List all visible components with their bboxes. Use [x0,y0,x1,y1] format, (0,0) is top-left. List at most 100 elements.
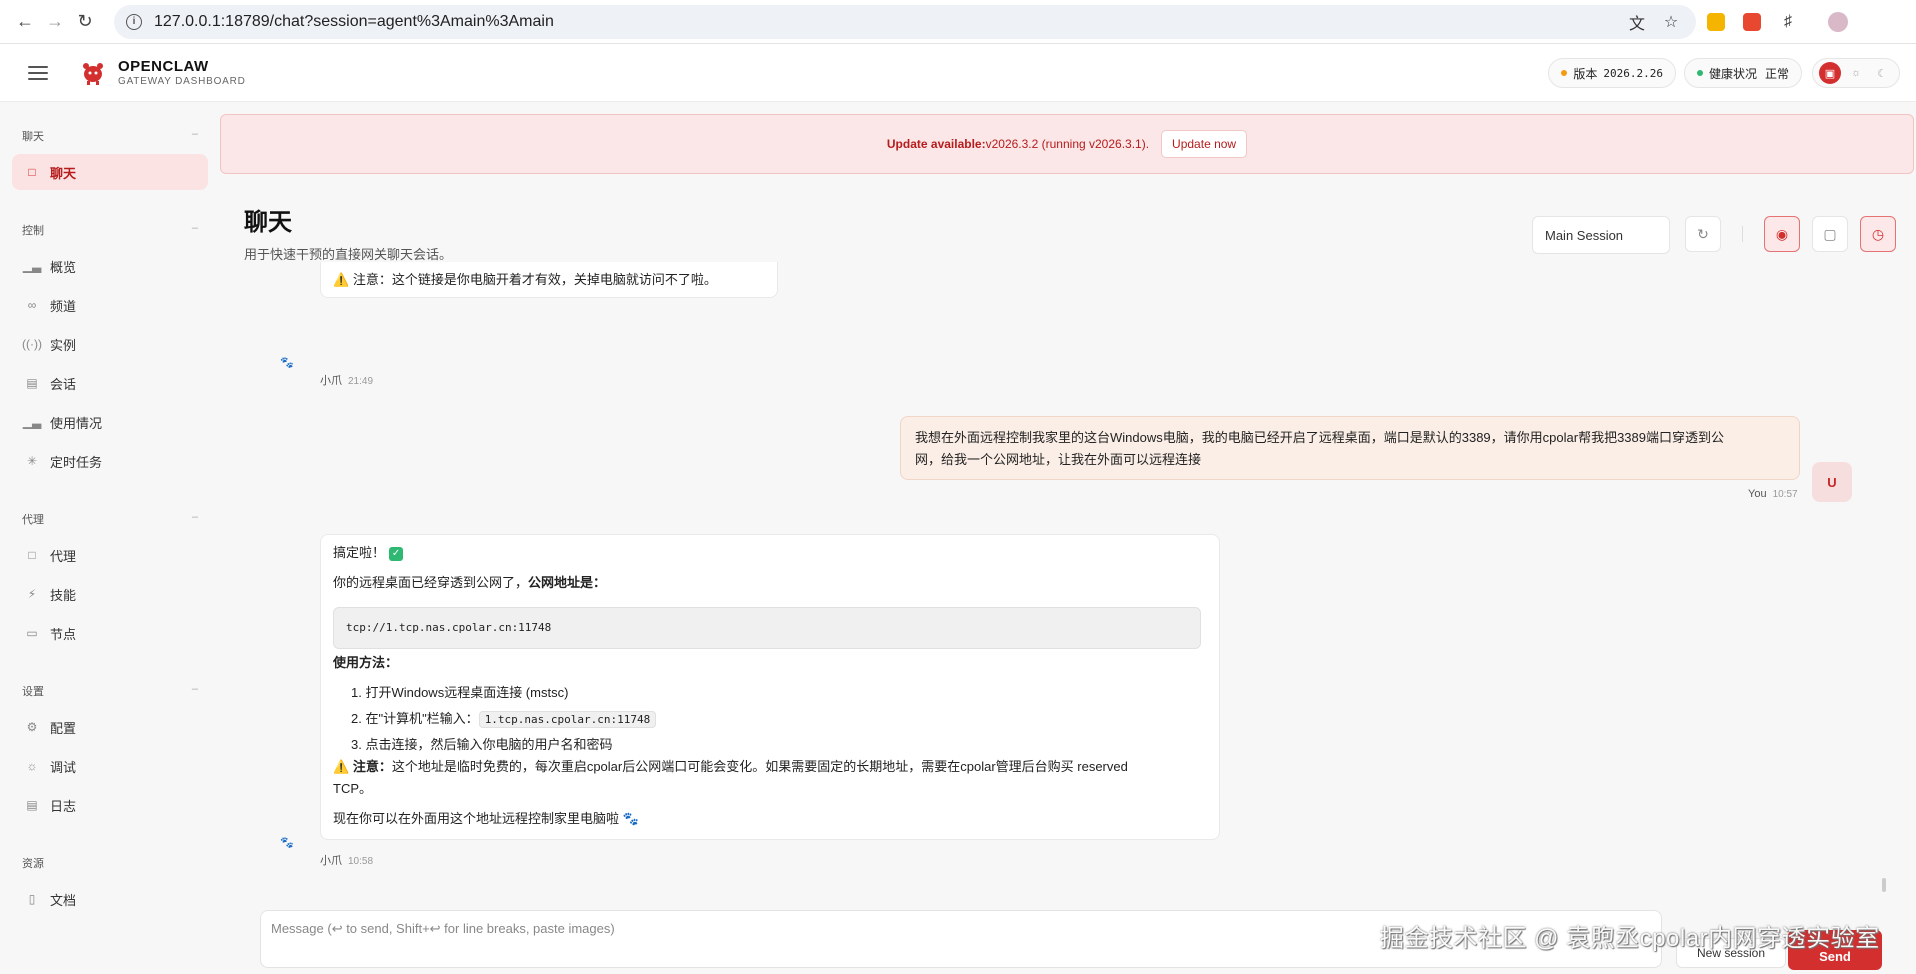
warning-icon: ⚠️ [333,759,350,774]
inline-code[interactable]: 1.tcp.nas.cpolar.cn:11748 [478,711,657,728]
url-text[interactable]: 127.0.0.1:18789/chat?session=agent%3Amai… [154,13,1616,31]
sidebar-item-config[interactable]: ⚙ 配置 [12,709,208,745]
extension-icon[interactable] [1736,6,1768,38]
bolt-icon: ⚡ [27,587,37,601]
step-3: 3. 点击连接，然后输入你电脑的用户名和密码 [351,737,613,752]
page-title: 聊天 [244,209,292,236]
monitor-icon: ▭ [26,626,38,640]
note-line-1: 这个地址是临时免费的，每次重启cpolar后公网端口可能会变化。如果需要固定的长… [391,759,1128,774]
sidebar-item-docs[interactable]: ▯ 文档 [12,881,208,917]
openclaw-logo-icon [83,62,103,85]
message-meta: 小爪 10:58 [320,855,374,867]
bar-chart-icon: ▁▃ [22,259,42,273]
user-message: 我想在外面远程控制我家里的这台Windows电脑，我的电脑已经开启了远程桌面，端… [900,416,1800,480]
folder-icon: □ [28,548,36,562]
sidebar-item-cron[interactable]: ✳ 定时任务 [12,443,208,479]
message-line-2: 网，给我一个公网地址，让我在外面可以远程连接 [915,452,1202,468]
message-text: 注意：这个链接是你电脑开着才有效，关掉电脑就访问不了啦。 [352,272,717,287]
monitor-theme-icon[interactable]: ▣ [1819,62,1841,84]
message-meta: You 10:57 [1748,488,1798,500]
sidebar-item-skills[interactable]: ⚡ 技能 [12,576,208,612]
forward-icon[interactable]: → [40,7,70,37]
sidebar-item-overview[interactable]: ▁▃ 概览 [12,248,208,284]
sidebar-group-control[interactable]: 控制 – [22,222,198,238]
chat-icon: □ [28,165,36,179]
message-line-1: 我想在外面远程控制我家里的这台Windows电脑，我的电脑已经开启了远程桌面，端… [915,430,1724,445]
history-button[interactable]: ◷ [1860,216,1896,252]
log-icon: ▤ [26,798,38,812]
update-now-button[interactable]: Update now [1161,130,1248,158]
health-badge: 健康状况 正常 [1683,58,1802,88]
refresh-button[interactable]: ↻ [1685,216,1721,252]
sidebar-item-usage[interactable]: ▁▃ 使用情况 [12,404,208,440]
app-header: OPENCLAW GATEWAY DASHBOARD 版本 2026.2.26 … [0,44,1916,102]
watermark: 掘金技术社区 @ 袁煦丞cpolar内网穿透实验室 [1380,925,1880,952]
bar-chart-icon: ▁▃ [22,415,42,429]
scrollbar[interactable] [1882,878,1886,892]
health-label: 健康状况 [1708,66,1757,81]
closing-text: 现在你可以在外面用这个地址远程控制家里电脑啦 🐾 [333,811,639,826]
extension-icon[interactable] [1700,6,1732,38]
thinking-toggle-button[interactable]: ◉ [1764,216,1800,252]
sidebar-item-chat[interactable]: □ 聊天 [12,154,208,190]
back-icon[interactable]: ← [10,7,40,37]
reload-icon[interactable]: ↻ [70,7,100,37]
link-icon: ∞ [27,298,37,312]
brand-name: OPENCLAW [118,58,209,75]
moon-icon[interactable]: ☾ [1871,62,1893,84]
theme-switcher: ▣ ☼ ☾ [1812,58,1900,88]
clock-icon: ◷ [1871,225,1885,242]
brand-subtitle: GATEWAY DASHBOARD [118,76,246,87]
star-icon[interactable]: ☆ [1658,9,1684,35]
focus-icon: ▢ [1823,225,1837,242]
update-banner-text: v2026.3.2 (running v2026.3.1). [985,137,1150,151]
sidebar-group-resources[interactable]: 资源 [22,855,198,871]
update-banner: Update available: v2026.3.2 (running v20… [220,114,1914,174]
version-badge: 版本 2026.2.26 [1548,58,1676,88]
profile-avatar[interactable] [1822,6,1854,38]
sidebar-item-channels[interactable]: ∞ 频道 [12,287,208,323]
brand: OPENCLAW GATEWAY DASHBOARD [118,58,246,87]
sidebar: 聊天 – □ 聊天 控制 – ▁▃ 概览 ∞ 频道 ((·)) 实例 ▤ 会话 ▁▃ 使用情况 … [0,102,220,974]
menu-icon[interactable] [28,65,48,80]
sidebar-item-debug[interactable]: ☼ 调试 [12,748,208,784]
sidebar-item-logs[interactable]: ▤ 日志 [12,787,208,823]
focus-button[interactable]: ▢ [1812,216,1848,252]
address-bar[interactable]: i 127.0.0.1:18789/chat?session=agent%3Am… [114,4,1696,39]
warning-icon: ⚠️ [333,272,350,287]
intro-text: 你的远程桌面已经穿透到公网了， [333,575,529,590]
sidebar-item-sessions[interactable]: ▤ 会话 [12,365,208,401]
browser-toolbar: ← → ↻ i 127.0.0.1:18789/chat?session=age… [0,0,1916,44]
done-text: 搞定啦！ [333,545,386,560]
sun-icon[interactable]: ☼ [1845,62,1867,84]
user-avatar: U [1812,462,1852,502]
check-icon: ✓ [389,546,404,561]
sidebar-item-nodes[interactable]: ▭ 节点 [12,615,208,651]
page-subtitle: 用于快速干预的直接网关聊天会话。 [244,247,453,262]
sidebar-group-agent[interactable]: 代理 – [22,511,198,527]
note-bold: 注意： [352,759,392,774]
puzzle-icon[interactable]: ♯ [1772,6,1804,38]
site-info-icon[interactable]: i [126,13,142,30]
sidebar-group-settings[interactable]: 设置 – [22,683,198,699]
message-meta: 小爪 21:49 [320,375,374,387]
intro-bold: 公网地址是： [528,575,607,590]
spinner-icon: ✳ [26,454,38,468]
version-dot-icon [1561,70,1568,76]
usage-title: 使用方法： [333,655,399,670]
assistant-message: ⚠️ 注意：这个链接是你电脑开着才有效，关掉电脑就访问不了啦。 [320,262,778,298]
sidebar-item-instances[interactable]: ((·)) 实例 [12,326,208,362]
translate-icon[interactable]: 文 [1624,9,1650,35]
update-banner-strong: Update available: [886,137,986,151]
gear-icon: ⚙ [26,720,38,734]
document-icon: ▤ [26,376,38,390]
signal-icon: ((·)) [22,337,42,351]
sidebar-group-chat[interactable]: 聊天 – [22,128,198,144]
code-block[interactable]: tcp://1.tcp.nas.cpolar.cn:11748 [333,607,1201,649]
assistant-message: 搞定啦！ ✓ 你的远程桌面已经穿透到公网了，公网地址是： tcp://1.tcp.… [320,534,1220,840]
paw-avatar-icon: 🐾 [280,837,294,849]
session-select[interactable]: Main Session [1532,216,1670,254]
step-2-text: 2. 在"计算机"栏输入： [351,711,479,726]
sidebar-item-agents[interactable]: □ 代理 [12,537,208,573]
paw-avatar-icon: 🐾 [280,357,294,369]
